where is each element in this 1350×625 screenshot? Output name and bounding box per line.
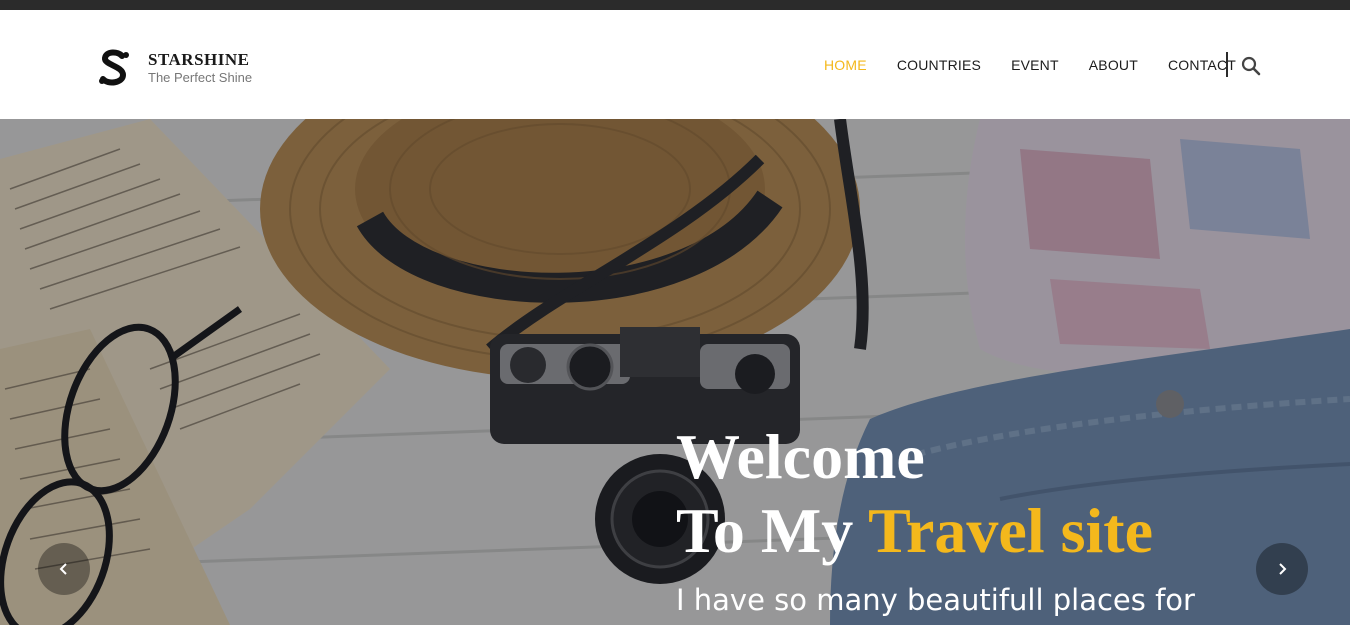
slider-prev-button[interactable] bbox=[38, 543, 90, 595]
hero-title-accent: Travel site bbox=[868, 495, 1153, 566]
nav-divider bbox=[1226, 52, 1228, 77]
main-nav: HOME COUNTRIES EVENT ABOUT CONTACT bbox=[824, 57, 1266, 73]
hero-slider: Welcome To My Travel site I have so many… bbox=[0, 119, 1350, 625]
slider-next-button[interactable] bbox=[1256, 543, 1308, 595]
nav-home[interactable]: HOME bbox=[824, 57, 867, 73]
chevron-right-icon bbox=[1279, 563, 1287, 575]
nav-about[interactable]: ABOUT bbox=[1089, 57, 1138, 73]
hero-title-line2: To My Travel site bbox=[676, 493, 1153, 569]
search-button[interactable] bbox=[1240, 55, 1262, 77]
site-header: STARSHINE The Perfect Shine HOME COUNTRI… bbox=[0, 10, 1350, 119]
nav-countries[interactable]: COUNTRIES bbox=[897, 57, 981, 73]
hero-title-line1: Welcome bbox=[676, 421, 925, 492]
nav-event[interactable]: EVENT bbox=[1011, 57, 1059, 73]
hero-subtitle: I have so many beautifull places for bbox=[676, 583, 1195, 617]
hero-title-plain: To My bbox=[676, 495, 869, 566]
top-bar bbox=[0, 0, 1350, 10]
chevron-left-icon bbox=[59, 563, 67, 575]
brand-name: STARSHINE bbox=[148, 49, 250, 69]
s-logo-icon bbox=[99, 49, 129, 86]
search-icon bbox=[1241, 56, 1261, 76]
logo[interactable]: STARSHINE The Perfect Shine bbox=[96, 48, 252, 88]
brand-tagline: The Perfect Shine bbox=[148, 69, 253, 85]
